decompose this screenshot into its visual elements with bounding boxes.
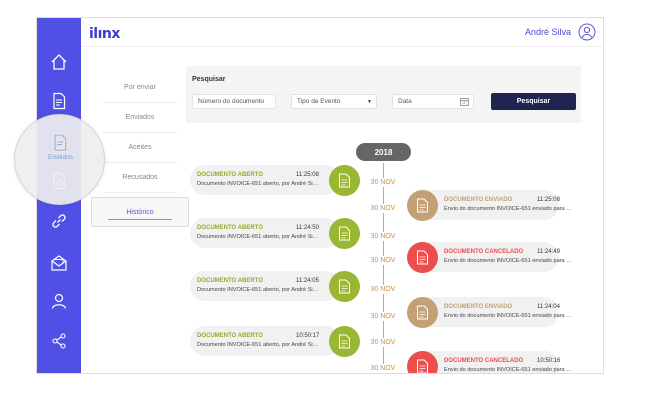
- search-button[interactable]: Pesquisar: [491, 93, 576, 110]
- avatar[interactable]: [578, 23, 596, 41]
- event-description: Documento INVOICE-651 aberto, por André …: [197, 181, 319, 187]
- event-title: DOCUMENTO ABERTO: [197, 278, 263, 284]
- sent-document-icon: [54, 134, 67, 151]
- envelope-icon[interactable]: [49, 253, 69, 273]
- event-title: DOCUMENTO CANCELADO: [444, 358, 524, 364]
- event-type-value: Tipo de Evento: [297, 98, 341, 105]
- event-time: 11:24:04: [537, 304, 560, 310]
- link-icon[interactable]: [49, 211, 69, 231]
- timeline-date: 30 NOV: [363, 312, 403, 321]
- document-icon: [329, 270, 360, 302]
- document-icon: [329, 164, 360, 196]
- magnifier-overlay: Emitidos: [14, 114, 105, 205]
- event-title: DOCUMENTO ABERTO: [197, 333, 263, 339]
- document-number-input[interactable]: Número do documento: [192, 94, 276, 109]
- event-time: 10:50:17: [296, 333, 320, 339]
- timeline-date: 30 NOV: [363, 178, 403, 187]
- document-icon: [407, 241, 438, 273]
- year-badge: 2018: [356, 143, 411, 161]
- search-panel: Pesquisar Número do documento Tipo de Ev…: [186, 66, 581, 123]
- event-description: Envio do documento INVOICE-651 enviado p…: [444, 258, 572, 264]
- event-title: DOCUMENTO ENVIADO: [444, 197, 513, 203]
- user-name[interactable]: André Silva: [525, 27, 571, 37]
- document-icon: [407, 189, 438, 221]
- subnav-item-enviados[interactable]: Enviados: [103, 103, 177, 133]
- timeline-date: 30 NOV: [363, 232, 403, 241]
- date-input[interactable]: Data: [392, 94, 474, 109]
- home-icon[interactable]: [49, 52, 69, 72]
- timeline-event[interactable]: DOCUMENTO ABERTO 11:24:05 Documento INVOIC…: [190, 271, 340, 301]
- timeline-date: 30 NOV: [363, 285, 403, 294]
- event-type-select[interactable]: Tipo de Evento ▼: [291, 94, 377, 109]
- share-icon[interactable]: [49, 331, 69, 351]
- event-title: DOCUMENTO CANCELADO: [444, 249, 524, 255]
- timeline-date: 30 NOV: [363, 204, 403, 213]
- subnav-item-por-enviar[interactable]: Por enviar: [103, 73, 177, 103]
- event-description: Documento INVOICE-651 aberto, por André …: [197, 234, 319, 240]
- timeline-event[interactable]: DOCUMENTO ABERTO 11:25:08 Documento INVOIC…: [190, 165, 340, 195]
- subnav-item-historico[interactable]: Histórico: [91, 197, 189, 227]
- event-time: 11:25:08: [296, 172, 319, 178]
- timeline-date: 30 NOV: [363, 338, 403, 347]
- avatar-icon: [578, 23, 596, 41]
- date-placeholder: Data: [398, 98, 412, 105]
- document-icon: [329, 217, 360, 249]
- app-window: ilınx André Silva Por enviar Enviados Ac…: [36, 17, 604, 374]
- event-time: 11:25:08: [537, 197, 560, 203]
- timeline-event[interactable]: DOCUMENTO ABERTO 10:50:17 Documento INVOIC…: [190, 326, 340, 356]
- app-logo[interactable]: ilınx: [89, 26, 120, 42]
- event-time: 11:24:05: [296, 278, 319, 284]
- event-title: DOCUMENTO ABERTO: [197, 225, 263, 231]
- subnav-item-recusados[interactable]: Recusados: [103, 163, 177, 193]
- document-icon: [329, 325, 360, 357]
- event-title: DOCUMENTO ABERTO: [197, 172, 263, 178]
- event-description: Envio do documento INVOICE-651 enviado p…: [444, 313, 572, 319]
- subnav-item-aceites[interactable]: Aceites: [103, 133, 177, 163]
- calendar-icon[interactable]: [460, 97, 469, 106]
- event-description: Documento INVOICE-651 aberto, por André …: [197, 287, 319, 293]
- event-time: 10:50:16: [537, 358, 561, 364]
- event-time: 11:24:49: [537, 249, 560, 255]
- user-icon[interactable]: [49, 291, 69, 311]
- chevron-down-icon: ▼: [367, 98, 372, 105]
- event-description: Documento INVOICE-651 aberto, por André …: [197, 342, 319, 348]
- event-description: Envio do documento INVOICE-651 enviado p…: [444, 367, 572, 373]
- header-divider: [81, 46, 603, 47]
- timeline-date: 30 NOV: [363, 256, 403, 265]
- sidebar-item-label-emitidos: Emitidos: [48, 154, 73, 161]
- event-description: Envio do documento INVOICE-651 enviado p…: [444, 206, 572, 212]
- document-icon[interactable]: [49, 91, 69, 111]
- document-icon: [407, 296, 438, 328]
- search-title: Pesquisar: [192, 76, 226, 83]
- timeline-date: 30 NOV: [363, 364, 403, 373]
- event-time: 11:24:50: [296, 225, 319, 231]
- event-title: DOCUMENTO ENVIADO: [444, 304, 513, 310]
- timeline-event[interactable]: DOCUMENTO ABERTO 11:24:50 Documento INVOIC…: [190, 218, 340, 248]
